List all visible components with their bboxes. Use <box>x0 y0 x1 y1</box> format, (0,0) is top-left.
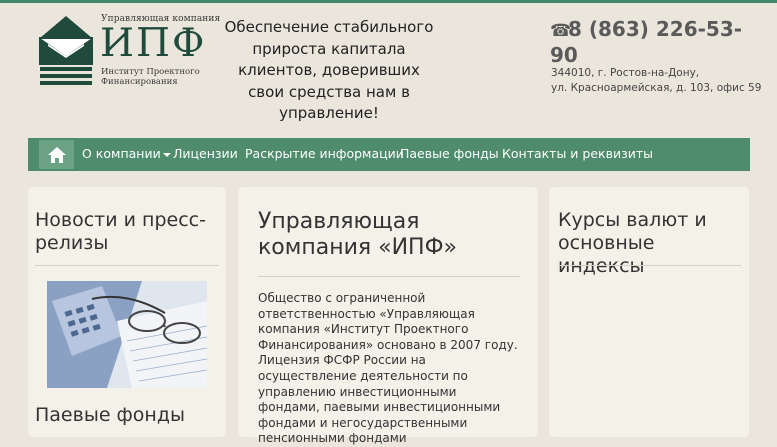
header-address: 344010, г. Ростов-на-Дону, ул. Красноарм… <box>551 66 771 95</box>
rates-title: Курсы валют и основные индексы <box>558 209 707 277</box>
header-slogan: Обеспечение стабильного прироста капитал… <box>224 18 434 122</box>
logo-full-name-line2: Финансирования <box>101 77 178 87</box>
funds-title: Паевые фонды <box>35 404 185 426</box>
logo-abbreviation: ИПФ <box>100 21 207 66</box>
company-title: Управляющая компания «ИПФ» <box>258 209 457 260</box>
rates-panel: Курсы валют и основные индексы <box>549 187 749 437</box>
about-divider <box>258 276 520 277</box>
company-description-p2: Лицензия ФСФР России на осуществление де… <box>258 353 501 446</box>
nav-home-button[interactable] <box>39 140 74 169</box>
caret-down-icon <box>162 152 171 157</box>
news-divider <box>35 265 219 266</box>
address-line1: 344010, г. Ростов-на-Дону, <box>551 67 700 79</box>
rates-divider <box>558 265 741 266</box>
home-icon <box>47 146 66 163</box>
site-logo[interactable]: Управляющая компания ИПФ Институт Проект… <box>38 14 220 88</box>
nav-item-about[interactable]: О компании <box>82 138 171 171</box>
about-panel: Управляющая компания «ИПФ» Общество с ог… <box>238 187 538 445</box>
logo-full-name-line1: Институт Проектного <box>101 67 200 77</box>
news-panel: Новости и пресс-релизы Паевые фонды <box>28 187 226 437</box>
nav-item-disclosure[interactable]: Раскрытие информации <box>245 138 404 171</box>
nav-item-about-label: О компании <box>82 146 161 161</box>
phone-number: 8 (863) 226-53-90 <box>550 17 743 67</box>
logo-full-name: Институт Проектного Финансирования <box>101 67 200 87</box>
phone-icon: ☎ <box>550 21 572 41</box>
nav-item-licenses[interactable]: Лицензии <box>173 138 238 171</box>
company-description-p1: Общество с ограниченной ответственностью… <box>258 291 518 352</box>
company-description: Общество с ограниченной ответственностью… <box>258 291 520 447</box>
calculator-finance-image[interactable] <box>47 281 207 388</box>
nav-item-contacts[interactable]: Контакты и реквизиты <box>502 138 653 171</box>
main-navigation: О компании Лицензии Раскрытие информации… <box>28 138 750 171</box>
header-phone[interactable]: ☎8 (863) 226-53-90 <box>550 17 755 67</box>
news-title: Новости и пресс-релизы <box>35 209 206 254</box>
address-line2: ул. Красноармейская, д. 103, офис 59 <box>551 81 762 94</box>
envelope-logo-icon <box>39 16 93 85</box>
top-accent-line <box>0 0 777 3</box>
nav-item-funds[interactable]: Паевые фонды <box>400 138 499 171</box>
